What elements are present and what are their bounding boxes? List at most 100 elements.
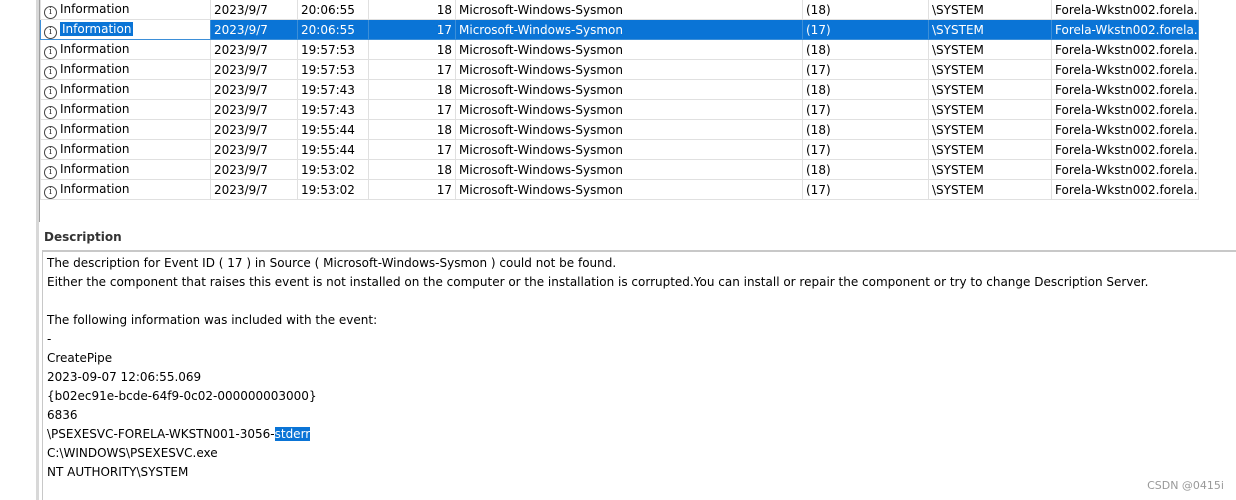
cell-date: 2023/9/7 xyxy=(210,0,298,20)
info-icon: i xyxy=(44,86,57,99)
description-line: C:\WINDOWS\PSEXESVC.exe xyxy=(47,446,218,460)
cell-source: Microsoft-Windows-Sysmon xyxy=(455,0,803,20)
cell-level: i Information xyxy=(40,179,211,200)
cell-computer: Forela-Wkstn002.forela.loca xyxy=(1051,59,1199,80)
cell-time: 19:55:44 xyxy=(297,139,369,160)
cell-id: 17 xyxy=(368,19,456,40)
info-icon: i xyxy=(44,186,57,199)
level-label: Information xyxy=(60,82,130,96)
cell-date: 2023/9/7 xyxy=(210,19,298,40)
cell-id: 18 xyxy=(368,79,456,100)
cell-id: 17 xyxy=(368,179,456,200)
level-label: Information xyxy=(60,182,130,196)
cell-id: 18 xyxy=(368,0,456,20)
cell-category: (18) xyxy=(802,159,929,180)
cell-user: \SYSTEM xyxy=(928,39,1052,60)
event-row[interactable]: i Information 2023/9/7 19:57:53 17 Microsoft-… xyxy=(40,59,1199,80)
level-label: Information xyxy=(60,162,130,176)
cell-computer: Forela-Wkstn002.forela.loca xyxy=(1051,19,1199,40)
description-line: The following information was included w… xyxy=(47,313,378,327)
info-icon: i xyxy=(44,166,57,179)
cell-id: 17 xyxy=(368,59,456,80)
description-line: NT AUTHORITY\SYSTEM xyxy=(47,465,189,479)
event-row[interactable]: i Information 2023/9/7 19:57:43 18 Microsoft-… xyxy=(40,79,1199,100)
cell-user: \SYSTEM xyxy=(928,179,1052,200)
event-row[interactable]: i Information 2023/9/7 19:53:02 18 Microsoft-… xyxy=(40,159,1199,180)
info-icon: i xyxy=(44,126,57,139)
cell-source: Microsoft-Windows-Sysmon xyxy=(455,99,803,120)
cell-source: Microsoft-Windows-Sysmon xyxy=(455,139,803,160)
cell-id: 18 xyxy=(368,39,456,60)
event-row[interactable]: i Information 2023/9/7 19:55:44 18 Microsoft-… xyxy=(40,119,1199,140)
info-icon: i xyxy=(44,66,57,79)
cell-computer: Forela-Wkstn002.forela.loca xyxy=(1051,99,1199,120)
description-label: Description xyxy=(44,230,122,244)
cell-level: i Information xyxy=(40,0,211,20)
cell-category: (18) xyxy=(802,39,929,60)
event-row[interactable]: i Information 2023/9/7 19:57:53 18 Microsoft-… xyxy=(40,39,1199,60)
cell-date: 2023/9/7 xyxy=(210,99,298,120)
event-row[interactable]: i Information 2023/9/7 19:57:43 17 Microsoft-… xyxy=(40,99,1199,120)
cell-user: \SYSTEM xyxy=(928,139,1052,160)
description-line: \PSEXESVC-FORELA-WKSTN001-3056-stderr xyxy=(47,425,311,444)
watermark: CSDN @0415i xyxy=(1147,479,1224,492)
cell-time: 19:55:44 xyxy=(297,119,369,140)
cell-source: Microsoft-Windows-Sysmon xyxy=(455,159,803,180)
description-line: {b02ec91e-bcde-64f9-0c02-000000003000} xyxy=(47,389,317,403)
event-row[interactable]: i Information 2023/9/7 20:06:55 18 Microsoft-… xyxy=(40,0,1199,20)
cell-computer: Forela-Wkstn002.forela.loca xyxy=(1051,179,1199,200)
description-text[interactable]: The description for Event ID ( 17 ) in S… xyxy=(42,250,1236,500)
cell-time: 19:53:02 xyxy=(297,159,369,180)
level-label: Information xyxy=(60,102,130,116)
cell-user: \SYSTEM xyxy=(928,0,1052,20)
cell-source: Microsoft-Windows-Sysmon xyxy=(455,39,803,60)
cell-date: 2023/9/7 xyxy=(210,139,298,160)
cell-level: i Information xyxy=(40,139,211,160)
cell-user: \SYSTEM xyxy=(928,79,1052,100)
description-line: 2023-09-07 12:06:55.069 xyxy=(47,370,202,384)
cell-user: \SYSTEM xyxy=(928,99,1052,120)
cell-category: (18) xyxy=(802,79,929,100)
cell-computer: Forela-Wkstn002.forela.loca xyxy=(1051,0,1199,20)
cell-source: Microsoft-Windows-Sysmon xyxy=(455,59,803,80)
cell-user: \SYSTEM xyxy=(928,59,1052,80)
cell-time: 19:53:02 xyxy=(297,179,369,200)
event-row[interactable]: i Information 2023/9/7 20:06:55 17 Microsoft-… xyxy=(40,19,1199,40)
cell-source: Microsoft-Windows-Sysmon xyxy=(455,119,803,140)
cell-category: (18) xyxy=(802,119,929,140)
level-label: Information xyxy=(60,2,130,16)
selected-text: stderr xyxy=(274,427,311,441)
description-line: The description for Event ID ( 17 ) in S… xyxy=(47,256,617,270)
event-row[interactable]: i Information 2023/9/7 19:55:44 17 Microsoft-… xyxy=(40,139,1199,160)
cell-date: 2023/9/7 xyxy=(210,159,298,180)
cell-computer: Forela-Wkstn002.forela.loca xyxy=(1051,139,1199,160)
description-line: 6836 xyxy=(47,408,78,422)
cell-level: i Information xyxy=(40,79,211,100)
cell-time: 19:57:53 xyxy=(297,59,369,80)
cell-id: 17 xyxy=(368,139,456,160)
event-row[interactable]: i Information 2023/9/7 19:53:02 17 Microsoft-… xyxy=(40,179,1199,200)
cell-user: \SYSTEM xyxy=(928,119,1052,140)
cell-category: (17) xyxy=(802,59,929,80)
info-icon: i xyxy=(44,6,57,19)
info-icon: i xyxy=(44,26,57,39)
cell-computer: Forela-Wkstn002.forela.loca xyxy=(1051,159,1199,180)
cell-date: 2023/9/7 xyxy=(210,179,298,200)
cell-level: i Information xyxy=(40,119,211,140)
level-label: Information xyxy=(60,42,130,56)
cell-category: (17) xyxy=(802,19,929,40)
cell-source: Microsoft-Windows-Sysmon xyxy=(455,19,803,40)
info-icon: i xyxy=(44,106,57,119)
cell-category: (17) xyxy=(802,179,929,200)
cell-time: 20:06:55 xyxy=(297,19,369,40)
cell-date: 2023/9/7 xyxy=(210,39,298,60)
cell-category: (18) xyxy=(802,0,929,20)
cell-time: 20:06:55 xyxy=(297,0,369,20)
cell-source: Microsoft-Windows-Sysmon xyxy=(455,79,803,100)
cell-date: 2023/9/7 xyxy=(210,59,298,80)
cell-time: 19:57:43 xyxy=(297,99,369,120)
cell-level: i Information xyxy=(40,159,211,180)
description-line: CreatePipe xyxy=(47,351,113,365)
event-list: i Information 2023/9/7 20:06:55 18 Microsoft-… xyxy=(40,0,1199,200)
cell-id: 18 xyxy=(368,119,456,140)
